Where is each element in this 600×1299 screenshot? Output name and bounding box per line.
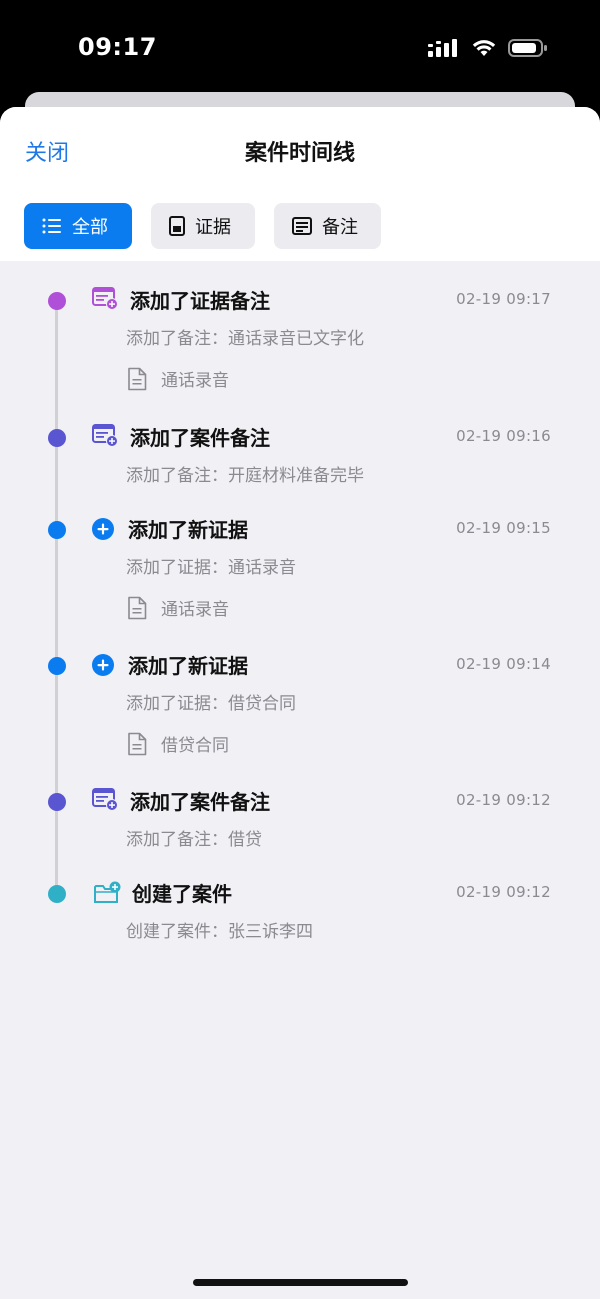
timeline-sheet: 关闭 案件时间线 全部 证据 备注 添加了证据备注 02-19 09:17 添加…	[0, 107, 600, 1299]
attachment-link[interactable]: 通话录音	[127, 595, 229, 620]
cellular-signal-icon	[428, 39, 457, 57]
event-title: 添加了新证据	[128, 654, 248, 678]
event-time: 02-19 09:16	[456, 427, 551, 445]
tab-all[interactable]: 全部	[24, 203, 132, 249]
attachment-label: 通话录音	[161, 600, 229, 620]
event-title: 添加了新证据	[128, 518, 248, 542]
wifi-icon	[472, 40, 496, 56]
status-bar: 09:17	[0, 0, 600, 95]
timeline-dot	[48, 292, 66, 310]
event-description: 添加了证据：借贷合同	[126, 694, 296, 714]
timeline-dot	[48, 429, 66, 447]
event-description: 创建了案件：张三诉李四	[126, 922, 313, 942]
document-icon	[169, 216, 185, 236]
event-time: 02-19 09:14	[456, 655, 551, 673]
folder-add-icon	[94, 881, 121, 903]
timeline-dot	[48, 657, 66, 675]
file-icon	[128, 367, 147, 390]
file-icon	[128, 732, 147, 755]
plus-circle-icon	[92, 654, 114, 676]
event-time: 02-19 09:12	[456, 791, 551, 809]
page-title: 案件时间线	[244, 141, 355, 166]
event-time: 02-19 09:12	[456, 883, 551, 901]
tab-note-label: 备注	[322, 217, 358, 238]
event-title: 添加了证据备注	[130, 289, 270, 313]
status-time: 09:17	[78, 33, 157, 61]
battery-icon	[508, 39, 547, 57]
attachment-link[interactable]: 借贷合同	[127, 731, 229, 756]
timeline-dot	[48, 793, 66, 811]
event-description: 添加了备注：开庭材料准备完毕	[126, 466, 364, 486]
event-title: 创建了案件	[132, 882, 232, 906]
event-description: 添加了备注：借贷	[126, 830, 262, 850]
attachment-link[interactable]: 通话录音	[127, 366, 229, 391]
event-description: 添加了备注：通话录音已文字化	[126, 329, 364, 349]
tab-evidence-label: 证据	[195, 217, 231, 238]
list-icon	[42, 218, 61, 234]
note-add-icon	[92, 424, 118, 447]
home-indicator	[193, 1279, 408, 1286]
plus-circle-icon	[92, 518, 114, 540]
timeline-dot	[48, 521, 66, 539]
attachment-label: 通话录音	[161, 371, 229, 391]
event-time: 02-19 09:17	[456, 290, 551, 308]
filter-tabs: 全部 证据 备注	[24, 203, 381, 249]
status-icons	[428, 38, 548, 58]
sheet-header: 关闭 案件时间线 全部 证据 备注	[0, 107, 600, 261]
note-add-icon	[92, 287, 118, 310]
file-icon	[128, 596, 147, 619]
event-description: 添加了证据：通话录音	[126, 558, 296, 578]
note-icon	[292, 217, 312, 235]
tab-note[interactable]: 备注	[274, 203, 381, 249]
tab-evidence[interactable]: 证据	[151, 203, 255, 249]
tab-all-label: 全部	[72, 217, 108, 238]
event-time: 02-19 09:15	[456, 519, 551, 537]
event-title: 添加了案件备注	[130, 426, 270, 450]
timeline-dot	[48, 885, 66, 903]
event-title: 添加了案件备注	[130, 790, 270, 814]
note-add-icon	[92, 788, 118, 811]
attachment-label: 借贷合同	[161, 736, 229, 756]
